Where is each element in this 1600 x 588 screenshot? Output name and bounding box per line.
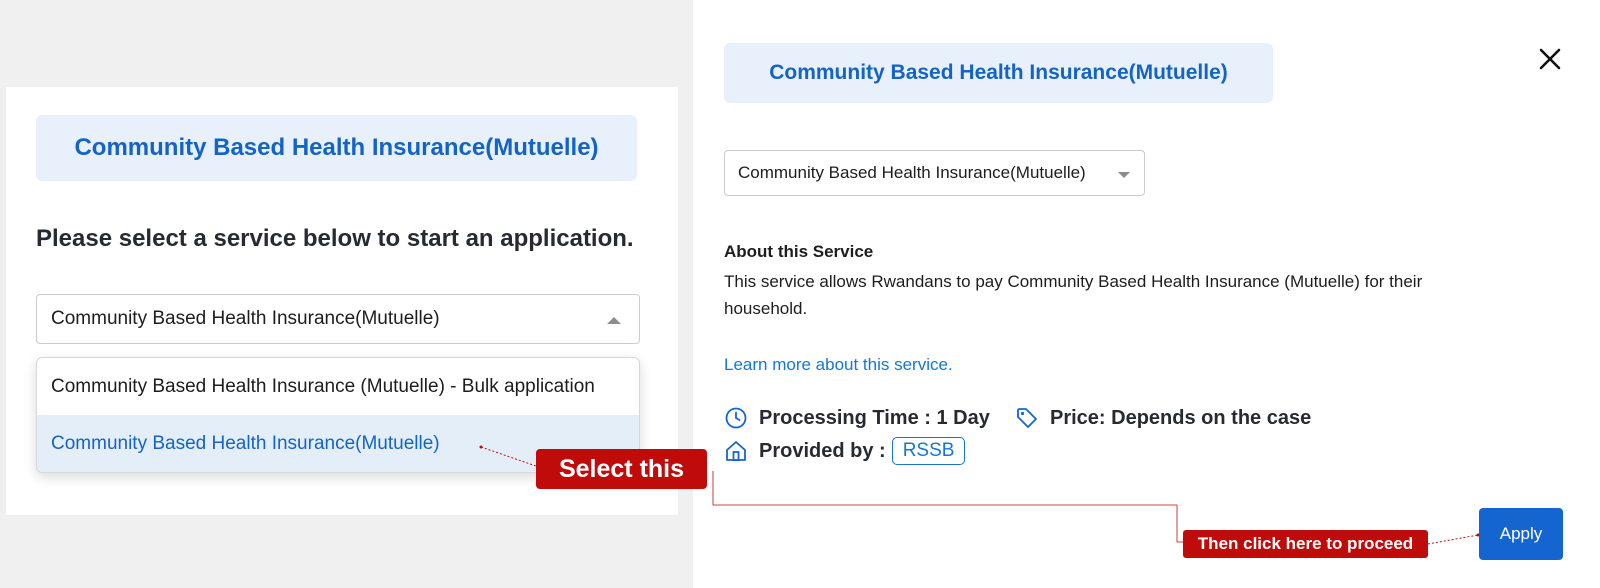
proceed-callout: Then click here to proceed <box>1183 530 1428 558</box>
provided-by-label: Provided by : <box>759 439 886 462</box>
learn-more-link[interactable]: Learn more about this service. <box>724 355 953 375</box>
apply-button[interactable]: Apply <box>1479 508 1563 560</box>
service-details-panel: Community Based Health Insurance(Mutuell… <box>693 0 1600 588</box>
building-icon <box>724 439 748 463</box>
processing-time-text: Processing Time : 1 Day <box>759 406 990 429</box>
tag-icon <box>1015 406 1039 430</box>
service-title-chip: Community Based Health Insurance(Mutuell… <box>36 115 637 181</box>
service-title-chip: Community Based Health Insurance(Mutuell… <box>724 43 1273 103</box>
service-select-value: Community Based Health Insurance(Mutuell… <box>51 308 440 329</box>
service-select[interactable]: Community Based Health Insurance(Mutuell… <box>36 294 640 344</box>
service-select[interactable]: Community Based Health Insurance(Mutuell… <box>724 150 1145 196</box>
chevron-up-icon <box>607 317 621 324</box>
dropdown-option-bulk-application[interactable]: Community Based Health Insurance (Mutuel… <box>37 358 639 415</box>
select-this-callout: Select this <box>536 449 707 489</box>
price-text: Price: Depends on the case <box>1050 406 1312 429</box>
about-service-text: This service allows Rwandans to pay Comm… <box>724 272 1423 318</box>
service-select-value: Community Based Health Insurance(Mutuell… <box>738 163 1086 182</box>
selection-instruction: Please select a service below to start a… <box>36 225 634 252</box>
close-icon[interactable] <box>1539 48 1561 70</box>
price: Price: Depends on the case <box>1015 406 1311 430</box>
clock-icon <box>724 406 748 430</box>
provider-badge: RSSB <box>891 437 966 465</box>
about-service-heading: About this Service <box>724 242 874 261</box>
chevron-down-icon <box>1118 172 1130 178</box>
provided-by: Provided by : RSSB <box>724 437 966 465</box>
processing-time: Processing Time : 1 Day <box>724 406 990 430</box>
